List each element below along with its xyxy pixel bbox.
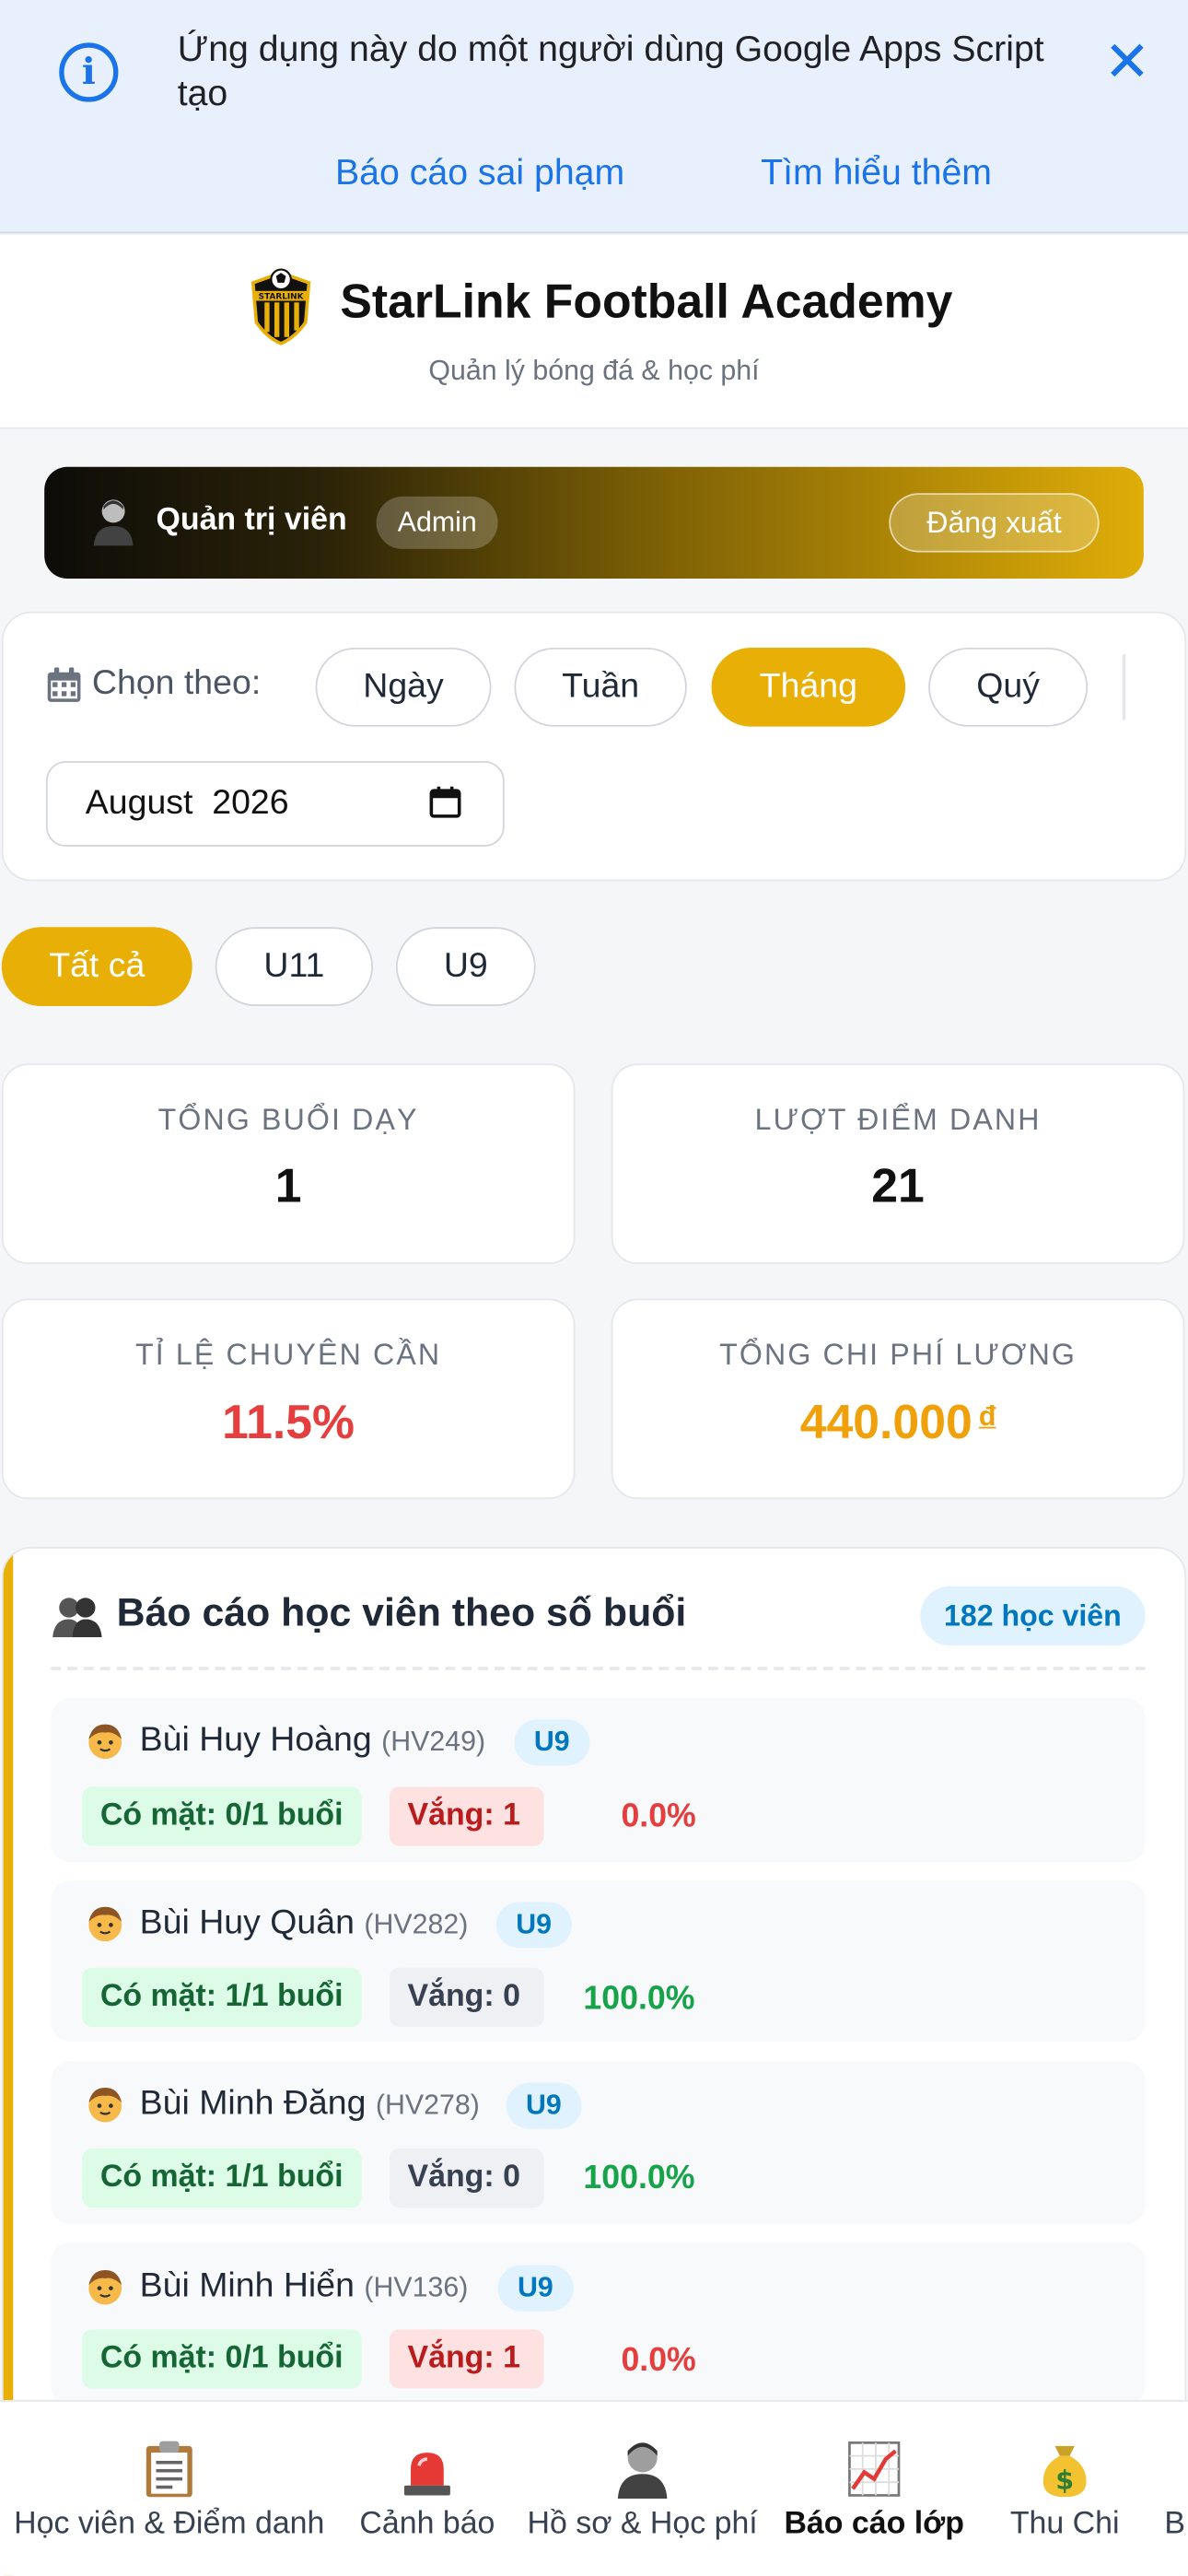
absent-chip: Vắng: 1 [389,1786,544,1846]
app-subtitle: Quản lý bóng đá & học phí [428,355,760,387]
group-all-button[interactable]: Tất cả [1,927,192,1006]
absent-chip: Vắng: 1 [389,2329,544,2389]
stat-label: LƯỢT ĐIỂM DANH [754,1103,1042,1136]
student-group-badge: U9 [495,1902,572,1949]
stat-label: TỈ LỆ CHUYÊN CẦN [134,1338,442,1372]
period-day-button[interactable]: Ngày [315,647,492,727]
nav-alerts[interactable]: Cảnh báo [352,2440,503,2543]
person-icon [617,2442,668,2500]
currency-symbol: đ [978,1400,996,1433]
student-name: Bùi Huy Quân (HV282) [140,1903,469,1943]
nav-profile-fees[interactable]: Hồ sơ & Học phí [522,2440,762,2543]
svg-text:$: $ [1055,2465,1074,2495]
logout-button[interactable]: Đăng xuất [889,493,1100,553]
student-id: (HV282) [364,1908,469,1940]
money-bag-icon: $ [1042,2445,1087,2498]
student-name-text: Bùi Huy Hoàng [139,1721,372,1760]
banner-message: Ứng dụng này do một người dùng Google Ap… [177,28,1044,114]
report-divider [51,1667,1146,1670]
attendance-rate: 100.0% [583,1980,695,2018]
student-group-badge: U9 [497,2265,574,2312]
calendar-icon [47,667,81,702]
students-icon [52,1598,102,1638]
filter-label: Chọn theo: [91,663,262,702]
student-face-icon [88,1906,122,1942]
app-title: StarLink Football Academy [340,275,953,329]
student-name: Bùi Huy Hoàng (HV249) [140,1721,485,1761]
stat-label: TỔNG BUỔI DẠY [157,1103,419,1136]
month-calendar-icon[interactable] [429,786,462,819]
nav-label: Hồ sơ & Học phí [527,2506,758,2542]
absent-chip: Vắng: 0 [389,2148,544,2208]
clipboard-icon [146,2441,192,2498]
student-name: Bùi Minh Hiển (HV136) [140,2266,469,2306]
student-id: (HV249) [381,1726,486,1758]
nav-class-report[interactable]: Báo cáo lớp [782,2440,966,2543]
student-name-text: Bùi Huy Quân [139,1903,355,1942]
student-face-icon [88,1724,122,1760]
chart-icon [848,2441,901,2497]
nav-label: B [1164,2506,1186,2542]
close-icon[interactable]: ✕ [1101,33,1153,92]
period-month-button[interactable]: Tháng [711,647,906,727]
student-id: (HV278) [375,2089,480,2121]
user-name: Quản trị viên [156,502,347,538]
student-group-badge: U9 [506,2082,582,2129]
nav-students-attendance[interactable]: Học viên & Điểm danh [8,2440,331,2543]
attendance-rate: 0.0% [621,2342,696,2379]
nav-label: Báo cáo lớp [784,2506,964,2542]
student-name-text: Bùi Minh Hiển [139,2266,355,2305]
nav-label: Thu Chi [1009,2506,1120,2542]
nav-label: Cảnh báo [359,2506,495,2542]
info-icon: i [59,42,119,102]
absent-chip: Vắng: 0 [389,1967,544,2027]
salary-amount: 440.000 [799,1397,973,1450]
stat-value: 11.5% [222,1397,355,1450]
svg-text:STARLINK: STARLINK [259,293,305,302]
academy-logo-icon: STARLINK [250,268,311,345]
present-chip: Có mặt: 1/1 buổi [82,2148,362,2208]
attendance-rate: 0.0% [621,1797,696,1835]
stat-value: 440.000 đ [611,1398,1185,1452]
present-chip: Có mặt: 0/1 buổi [82,1786,362,1846]
student-name: Bùi Minh Đăng (HV278) [140,2084,480,2124]
month-picker-value: August 2026 [85,784,289,823]
siren-icon [403,2453,450,2496]
stat-label: TỔNG CHI PHÍ LƯƠNG [719,1338,1077,1372]
app-header [0,235,1188,429]
nav-more[interactable]: B [1161,2440,1188,2543]
stat-value: 1 [274,1160,302,1213]
nav-income-expense[interactable]: $ Thu Chi [1006,2440,1124,2543]
role-badge: Admin [376,496,498,549]
period-quarter-button[interactable]: Quý [928,647,1089,727]
filter-divider [1122,654,1126,720]
report-abuse-link[interactable]: Báo cáo sai phạm [335,151,624,193]
nav-label: Học viên & Điểm danh [14,2506,325,2542]
report-title: Báo cáo học viên theo số buổi [116,1591,687,1636]
student-count-badge: 182 học viên [920,1586,1146,1646]
group-u11-button[interactable]: U11 [215,927,374,1006]
learn-more-link[interactable]: Tìm hiểu thêm [761,151,992,193]
present-chip: Có mặt: 0/1 buổi [82,2329,362,2389]
attendance-rate: 100.0% [583,2160,695,2196]
student-group-badge: U9 [514,1719,590,1766]
group-u9-button[interactable]: U9 [395,927,536,1006]
stat-value: 21 [871,1160,925,1213]
student-face-icon [88,2087,122,2123]
student-id: (HV136) [364,2271,469,2303]
student-name-text: Bùi Minh Đăng [139,2084,367,2123]
admin-avatar-icon [93,499,134,546]
period-week-button[interactable]: Tuần [514,647,687,727]
student-face-icon [88,2270,122,2305]
present-chip: Có mặt: 1/1 buổi [82,1967,362,2027]
